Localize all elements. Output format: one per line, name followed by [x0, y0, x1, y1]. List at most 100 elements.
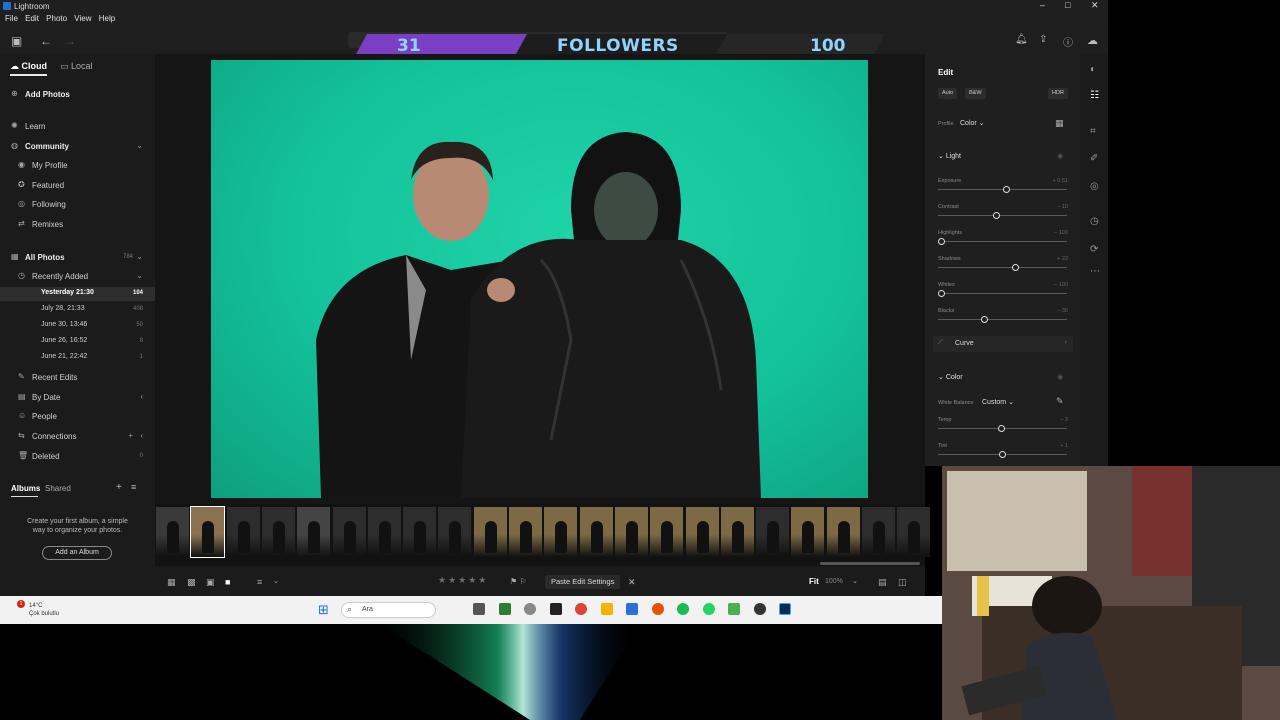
sidebar-item-all-photos[interactable]: ▦ All Photos 784 ⌄ [0, 251, 155, 265]
add-photos-button[interactable]: ⊕ Add Photos [0, 88, 155, 102]
slider-value[interactable]: – 3 [1060, 417, 1068, 423]
filmstrip-thumbnail[interactable] [544, 507, 578, 557]
slider-value[interactable]: + 0.51 [1053, 178, 1068, 184]
windows-start-icon[interactable]: ⊞ [318, 602, 329, 618]
sort-lines-icon[interactable]: ≡ [257, 577, 262, 587]
sidebar-item-by-date[interactable]: ▤ By Date ‹ [0, 391, 155, 405]
add-album-button[interactable]: Add an Album [42, 546, 112, 560]
masking-icon[interactable]: ◎ [1090, 181, 1099, 192]
tab-cloud[interactable]: ☁ Cloud [10, 61, 48, 76]
slider-value[interactable]: + 22 [1057, 256, 1068, 262]
slider-knob[interactable] [992, 212, 1000, 219]
spotify-icon[interactable] [677, 603, 689, 615]
taskbar-search[interactable]: ⌕ Ara [341, 602, 436, 618]
filmstrip-thumbnail[interactable] [403, 507, 437, 557]
square-grid-icon[interactable]: ▦ [167, 577, 176, 588]
slider-track[interactable] [938, 425, 1067, 432]
compare-icon[interactable]: ▤ [878, 577, 887, 588]
file-explorer-icon[interactable] [601, 603, 613, 615]
cloud-sync-icon[interactable]: ☁ [1087, 34, 1098, 47]
sidebar-item-my-profile[interactable]: ◉ My Profile [0, 159, 155, 173]
recent-item[interactable]: July 28, 21:33 408 [0, 303, 155, 317]
recent-item[interactable]: June 30, 13:46 50 [0, 319, 155, 333]
recent-item[interactable]: June 26, 16:52 8 [0, 335, 155, 349]
slider-knob[interactable] [1002, 186, 1010, 193]
sidebar-item-featured[interactable]: ✪ Featured [0, 179, 155, 193]
filmstrip-thumbnail[interactable] [614, 507, 648, 557]
slider-knob[interactable] [980, 316, 988, 323]
filmstrip-thumbnail[interactable] [297, 507, 331, 557]
slider-knob[interactable] [938, 290, 945, 297]
recent-item[interactable]: June 21, 22:42 1 [0, 351, 155, 365]
chevron-down-icon[interactable]: ⌄ [852, 577, 858, 585]
slider-track[interactable] [938, 212, 1067, 219]
filmstrip-thumbnail[interactable] [156, 507, 189, 557]
history-icon[interactable]: ◷ [1090, 216, 1099, 227]
tab-shared[interactable]: Shared [45, 484, 71, 493]
auto-button[interactable]: Auto [938, 88, 958, 99]
white-balance-select[interactable]: Custom ⌄ [982, 398, 1014, 406]
app-icon[interactable] [550, 603, 562, 615]
app-icon[interactable] [728, 603, 740, 615]
share-icon[interactable]: ⇪ [1039, 34, 1047, 45]
grid-view-icon[interactable]: ▣ [206, 577, 215, 588]
slider-track[interactable] [938, 238, 1067, 245]
more-icon[interactable]: ⋯ [1090, 266, 1100, 277]
filmstrip-thumbnail[interactable] [579, 507, 613, 557]
slider-knob[interactable] [999, 451, 1006, 458]
profile-browser-icon[interactable]: ▦ [1055, 118, 1064, 129]
crop-icon[interactable]: ⌗ [1090, 126, 1096, 137]
chevron-down-icon[interactable]: ⌄ [273, 577, 279, 585]
lightroom-taskbar-icon[interactable] [779, 603, 791, 615]
profile-select[interactable]: Color ⌄ [960, 119, 985, 127]
eye-icon[interactable]: ◉ [1057, 152, 1063, 160]
app-icon[interactable] [524, 603, 536, 615]
filmstrip-thumbnail[interactable] [261, 507, 295, 557]
tab-local[interactable]: ▭ Local [60, 61, 93, 72]
slider-knob[interactable] [997, 425, 1005, 432]
healing-icon[interactable]: ✐ [1090, 153, 1098, 164]
weather-widget[interactable]: 14°C Çok bulutlu [29, 602, 59, 618]
filmstrip-thumbnail[interactable] [756, 507, 790, 557]
slider-track[interactable] [938, 186, 1067, 193]
chevron-down-icon[interactable]: ⌄ [136, 252, 143, 261]
section-color[interactable]: ⌄ Color [938, 373, 963, 381]
filmstrip-thumbnail[interactable] [826, 507, 860, 557]
add-album-icon[interactable]: + [116, 482, 122, 493]
paste-edit-settings-button[interactable]: Paste Edit Settings [545, 575, 621, 589]
panel-toggle-icon[interactable]: ▣ [11, 34, 22, 48]
browser-icon[interactable] [652, 603, 664, 615]
filmstrip-thumbnail[interactable] [367, 507, 401, 557]
chevron-left-icon[interactable]: ‹ [140, 392, 143, 401]
chrome-icon[interactable] [575, 603, 587, 615]
photo-preview[interactable] [211, 60, 868, 498]
slider-value[interactable]: – 100 [1054, 282, 1068, 288]
chevron-down-icon[interactable]: ⌄ [136, 271, 143, 280]
menu-view[interactable]: View [74, 14, 91, 23]
detail-view-icon[interactable]: ■ [225, 577, 230, 587]
slider-value[interactable]: – 10 [1057, 204, 1068, 210]
slider-track[interactable] [938, 264, 1067, 271]
menu-photo[interactable]: Photo [46, 14, 67, 23]
sidebar-item-following[interactable]: ◎ Following [0, 198, 155, 212]
app-icon[interactable] [499, 603, 511, 615]
filmstrip-thumbnail[interactable] [332, 507, 366, 557]
filmstrip-thumbnail[interactable] [190, 506, 226, 558]
section-light[interactable]: ⌄ Light [938, 152, 961, 160]
maximize-button[interactable]: □ [1065, 0, 1070, 10]
filmstrip-scrollbar[interactable] [820, 562, 920, 565]
whatsapp-icon[interactable] [703, 603, 715, 615]
sidebar-item-recent-edits[interactable]: ✎ Recent Edits [0, 371, 155, 385]
filmstrip-thumbnail[interactable] [226, 507, 260, 557]
close-paste-icon[interactable]: ✕ [628, 577, 636, 588]
hdr-button[interactable]: HDR [1048, 88, 1068, 99]
flag-icon[interactable]: ⚑ ⚐ [510, 577, 527, 586]
menu-file[interactable]: File [5, 14, 18, 23]
filmstrip-thumbnail[interactable] [862, 507, 895, 557]
bell-icon[interactable]: 🔔︎ [1015, 34, 1028, 45]
sidebar-item-community[interactable]: ◍ Community ⌄ [0, 140, 155, 154]
sidebar-item-remixes[interactable]: ⇄ Remixes [0, 218, 155, 232]
zoom-level[interactable]: 100% [825, 578, 843, 585]
recent-item[interactable]: Yesterday 21:30 104 [0, 287, 155, 301]
plus-icon[interactable]: + [128, 431, 133, 440]
